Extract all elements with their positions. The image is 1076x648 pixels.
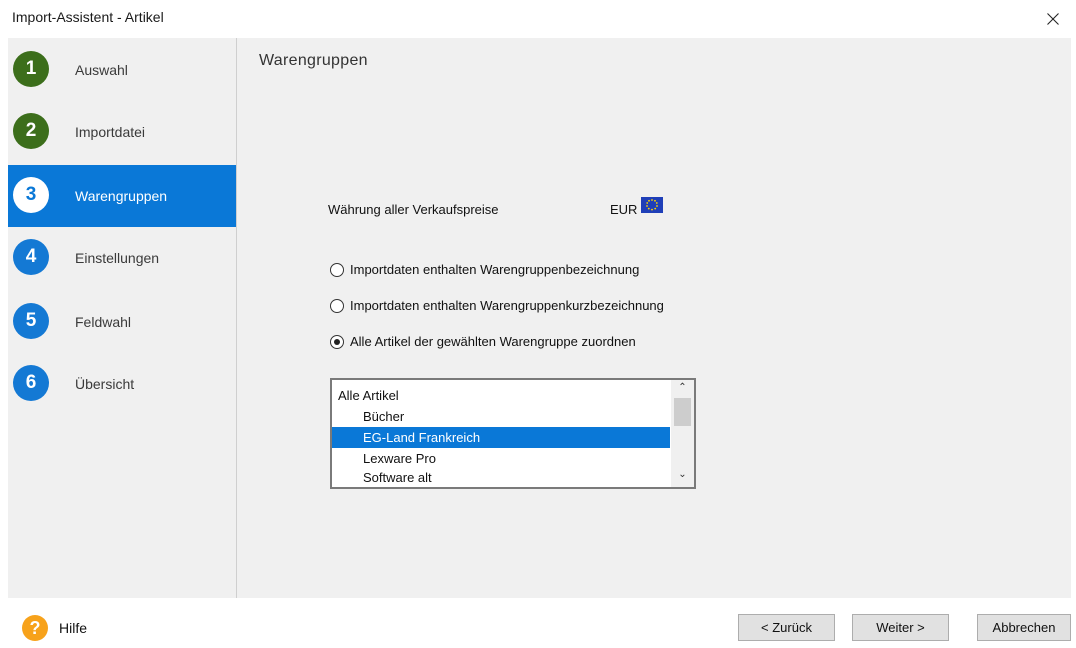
list-item[interactable]: Lexware Pro	[332, 448, 670, 469]
step-importdatei[interactable]: 2 Importdatei	[8, 101, 236, 163]
cancel-button[interactable]: Abbrechen	[977, 614, 1071, 641]
scroll-down-icon[interactable]: ⌄	[671, 469, 694, 487]
step-number: 1	[13, 51, 49, 87]
radio-button[interactable]	[330, 299, 344, 313]
list-item[interactable]: Bücher	[332, 406, 670, 427]
scroll-thumb[interactable]	[674, 398, 691, 426]
step-label: Importdatei	[75, 124, 146, 140]
step-warengruppen[interactable]: 3 Warengruppen	[8, 165, 236, 227]
step-number: 2	[13, 113, 49, 149]
listbox-scrollbar[interactable]: ⌃ ⌄	[671, 380, 694, 487]
step-uebersicht[interactable]: 6 Übersicht	[8, 353, 236, 415]
currency-label: Währung aller Verkaufspreise	[328, 202, 499, 217]
back-button[interactable]: < Zurück	[738, 614, 835, 641]
list-item[interactable]: Alle Artikel	[332, 385, 670, 406]
step-label: Übersicht	[75, 376, 135, 392]
radio-button-selected[interactable]	[330, 335, 344, 349]
step-label: Auswahl	[75, 62, 128, 78]
footer-bar: ? Hilfe < Zurück Weiter > Abbrechen	[0, 598, 1076, 648]
close-icon	[1047, 13, 1059, 25]
step-number: 4	[13, 239, 49, 275]
page-title: Warengruppen	[259, 52, 368, 69]
radio-label: Importdaten enthalten Warengruppenkurzbe…	[350, 298, 664, 313]
wizard-panel: 1 Auswahl 2 Importdatei 3 Warengruppen 4…	[8, 38, 1071, 598]
step-einstellungen[interactable]: 4 Einstellungen	[8, 227, 236, 289]
radio-label: Alle Artikel der gewählten Warengruppe z…	[350, 334, 636, 349]
radio-button[interactable]	[330, 263, 344, 277]
help-link[interactable]: Hilfe	[59, 620, 87, 636]
step-number: 5	[13, 303, 49, 339]
list-item-selected[interactable]: EG-Land Frankreich	[332, 427, 670, 448]
steps-sidebar: 1 Auswahl 2 Importdatei 3 Warengruppen 4…	[8, 38, 237, 598]
step-number: 6	[13, 365, 49, 401]
step-auswahl[interactable]: 1 Auswahl	[8, 39, 236, 101]
window-title: Import-Assistent - Artikel	[12, 9, 164, 25]
title-bar: Import-Assistent - Artikel	[0, 0, 1076, 38]
next-button[interactable]: Weiter >	[852, 614, 949, 641]
help-icon[interactable]: ?	[22, 615, 48, 641]
close-button[interactable]	[1030, 0, 1076, 38]
radio-label: Importdaten enthalten Warengruppenbezeic…	[350, 262, 640, 277]
step-number: 3	[13, 177, 49, 213]
step-label: Warengruppen	[75, 188, 168, 204]
step-label: Feldwahl	[75, 314, 132, 330]
warengruppen-listbox[interactable]: Alle Artikel Bücher EG-Land Frankreich L…	[330, 378, 696, 489]
eu-flag-icon	[641, 197, 663, 213]
list-item[interactable]: Software alt	[332, 469, 670, 486]
step-feldwahl[interactable]: 5 Feldwahl	[8, 291, 236, 353]
currency-code: EUR	[610, 202, 638, 217]
step-label: Einstellungen	[75, 250, 160, 266]
